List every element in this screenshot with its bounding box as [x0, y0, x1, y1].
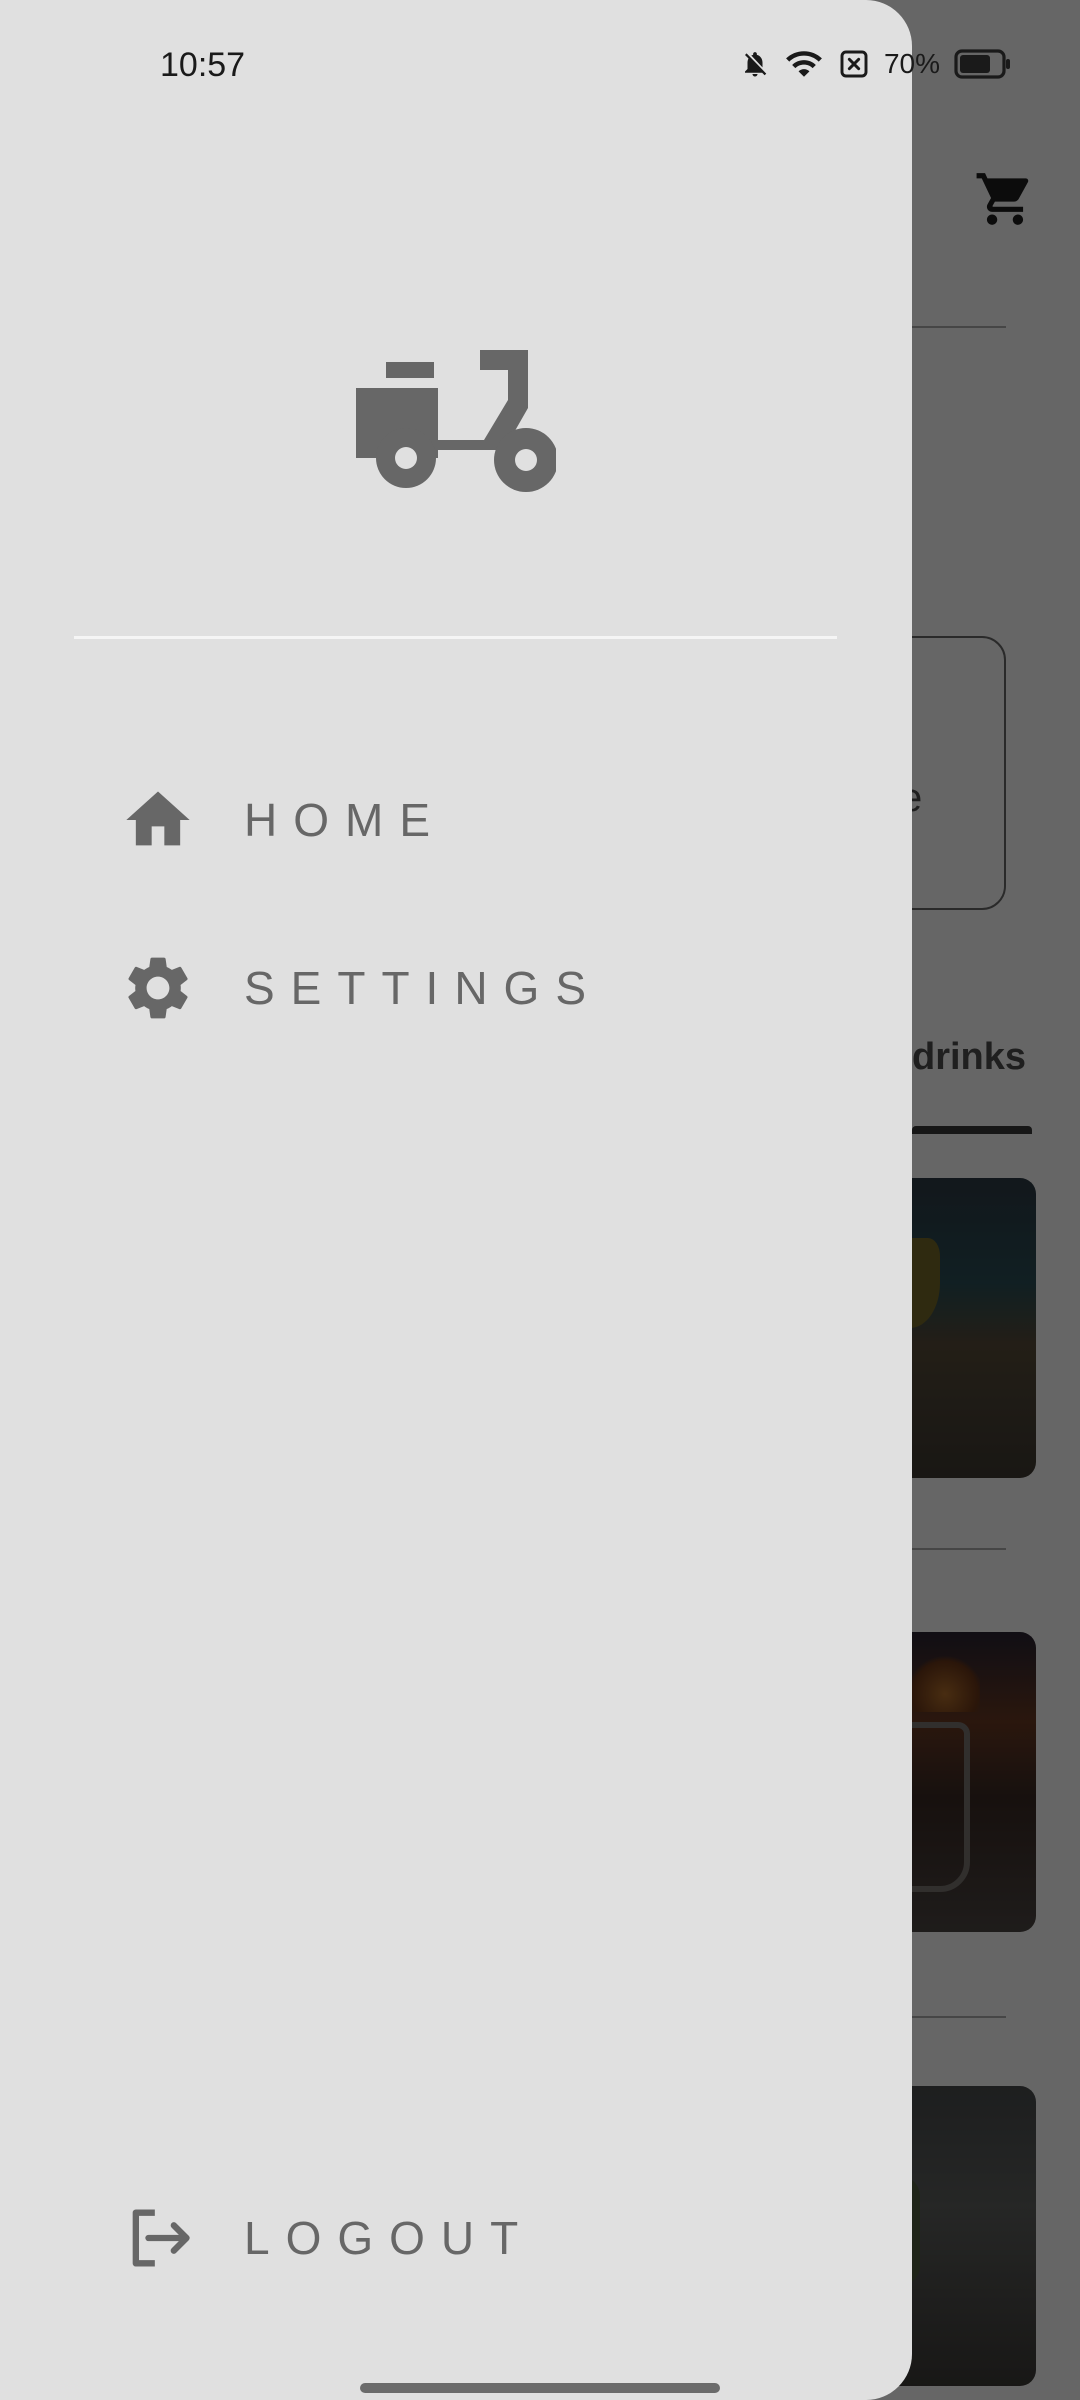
no-sim-icon: [840, 50, 868, 78]
logout-icon: [120, 2200, 196, 2276]
menu-item-settings[interactable]: SETTINGS: [120, 948, 602, 1028]
status-time: 10:57: [160, 46, 246, 84]
menu-item-home-label: HOME: [244, 794, 446, 846]
bell-off-icon: [744, 52, 767, 77]
menu-item-home[interactable]: HOME: [120, 780, 446, 860]
battery-icon: [954, 49, 1010, 79]
home-icon: [120, 782, 196, 858]
drawer-divider: [74, 636, 837, 639]
battery-percent: 70%: [883, 48, 940, 79]
wifi-icon: [786, 51, 822, 77]
logout-button[interactable]: LOGOUT: [120, 2198, 534, 2278]
scooter-icon: [356, 350, 556, 492]
menu-item-settings-label: SETTINGS: [244, 962, 603, 1014]
status-bar: 10:57 70%: [0, 0, 1080, 136]
logout-label: LOGOUT: [244, 2212, 535, 2264]
navigation-drawer: HOME SETTINGS LOGOUT: [0, 0, 912, 2400]
status-icons: 70%: [740, 48, 1012, 80]
gear-icon: [120, 950, 196, 1026]
gesture-navigation-bar[interactable]: [360, 2383, 720, 2393]
